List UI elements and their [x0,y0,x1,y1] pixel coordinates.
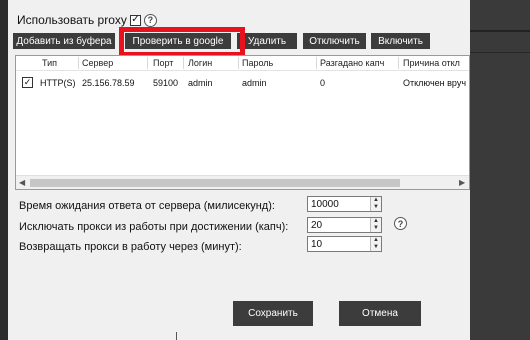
stepper-arrows[interactable]: ▲ ▼ [370,197,381,211]
header-divider [16,70,469,71]
timeout-value[interactable]: 10000 [311,199,339,210]
return-label: Возвращать прокси в работу через (минут)… [19,241,242,253]
return-value[interactable]: 10 [311,239,322,250]
cell-password: admin [242,78,267,88]
background-divider [470,52,530,53]
use-proxy-row: Использовать proxy ✓ ? [17,12,157,28]
proxy-table: Тип Сервер Порт Логин Пароль Разгадано к… [15,55,470,190]
row-checkbox[interactable]: ✓ [22,77,33,88]
timeout-label: Время ожидания ответа от сервера (милисе… [19,200,275,212]
use-proxy-checkbox[interactable]: ✓ [129,14,141,26]
delete-button[interactable]: Удалить [237,33,297,49]
column-header-reason[interactable]: Причина откл [403,58,460,68]
timeout-stepper[interactable]: 10000 ▲ ▼ [307,196,382,212]
column-separator [238,57,239,69]
exclude-value[interactable]: 20 [311,220,322,231]
background-divider [470,30,530,32]
cell-reason: Отключен вруч [403,78,467,88]
exclude-stepper[interactable]: 20 ▲ ▼ [307,217,382,233]
save-button[interactable]: Сохранить [233,301,313,326]
column-header-port[interactable]: Порт [153,58,173,68]
column-separator [183,57,184,69]
cell-login: admin [188,78,213,88]
help-icon[interactable]: ? [394,217,407,230]
disable-button[interactable]: Отключить [303,33,366,49]
column-separator [316,57,317,69]
stepper-up-icon[interactable]: ▲ [371,237,381,244]
column-header-password[interactable]: Пароль [242,58,273,68]
stepper-arrows[interactable]: ▲ ▼ [370,218,381,232]
cell-server: 25.156.78.59 [82,78,135,88]
stepper-arrows[interactable]: ▲ ▼ [370,237,381,251]
enable-button[interactable]: Включить [371,33,430,49]
cell-port: 59100 [153,78,179,88]
add-from-clipboard-button[interactable]: Добавить из буфера [13,33,115,49]
stepper-up-icon[interactable]: ▲ [371,197,381,204]
background-window [470,0,530,340]
help-icon[interactable]: ? [143,13,157,27]
stepper-up-icon[interactable]: ▲ [371,218,381,225]
column-header-server[interactable]: Сервер [82,58,113,68]
column-header-type[interactable]: Тип [42,58,57,68]
column-header-login[interactable]: Логин [188,58,212,68]
stepper-down-icon[interactable]: ▼ [371,225,381,232]
scroll-left-icon[interactable]: ◀ [19,178,25,187]
cell-type: HTTP(S) [40,78,76,88]
column-separator [147,57,148,69]
column-separator [78,57,79,69]
horizontal-scrollbar[interactable]: ◀ ▶ [16,175,469,189]
cell-captchas: 0 [320,78,326,88]
text-cursor [176,332,177,340]
cancel-button[interactable]: Отмена [339,301,421,326]
highlight-frame [119,27,245,57]
column-separator [398,57,399,69]
stepper-down-icon[interactable]: ▼ [371,204,381,211]
proxy-settings-panel: Использовать proxy ✓ ? Добавить из буфер… [8,0,470,340]
return-stepper[interactable]: 10 ▲ ▼ [307,236,382,252]
column-header-captchas[interactable]: Разгадано капч [320,58,384,68]
scroll-right-icon[interactable]: ▶ [459,178,465,187]
exclude-label: Исключать прокси из работы при достижени… [19,221,289,233]
stepper-down-icon[interactable]: ▼ [371,244,381,251]
scrollbar-thumb[interactable] [30,179,400,187]
use-proxy-label: Использовать proxy [17,13,127,27]
